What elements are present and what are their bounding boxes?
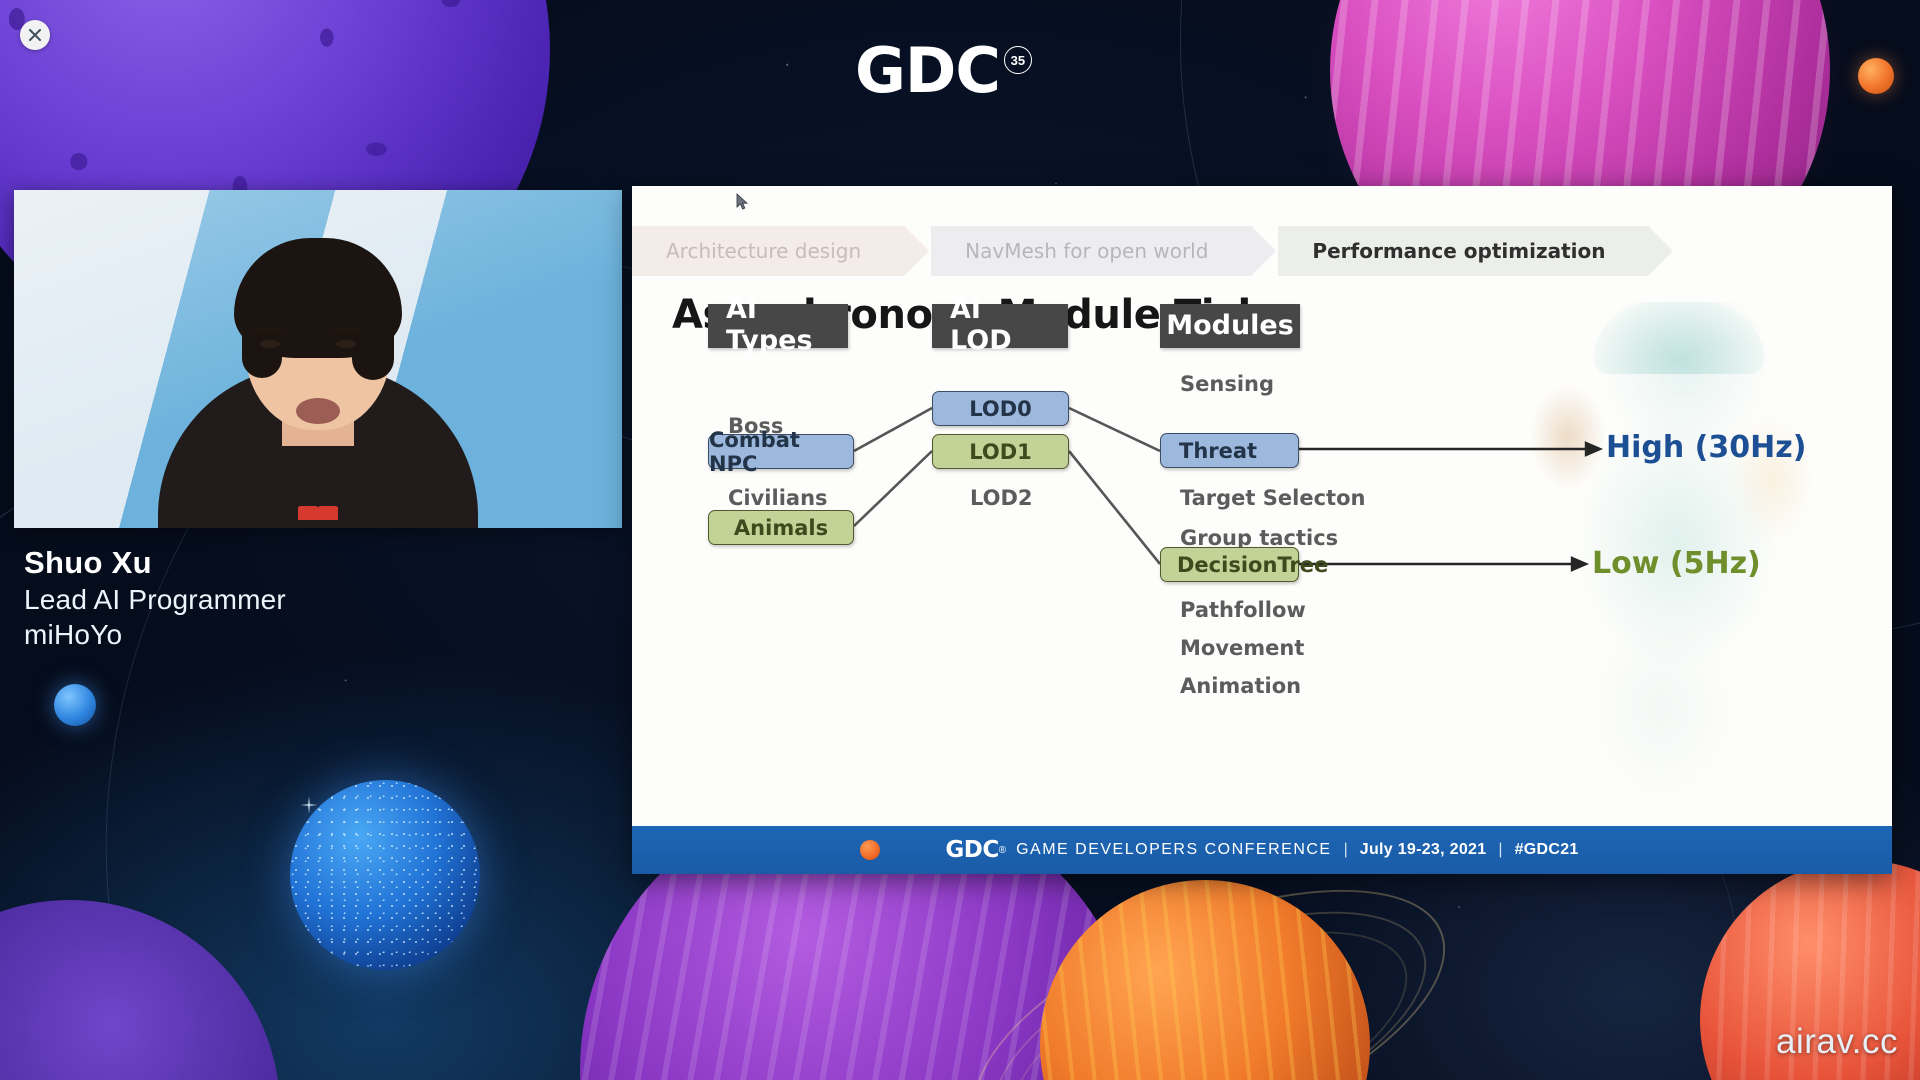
diagram-node-decisiontree[interactable]: DecisionTree [1160, 547, 1328, 582]
footer-separator: | [1498, 841, 1503, 858]
footer-gdc-logo: GDC [945, 837, 999, 863]
footer-separator: | [1343, 841, 1348, 858]
footer-hashtag: #GDC21 [1514, 841, 1579, 858]
footer-registered-icon: ® [998, 844, 1007, 856]
mouse-cursor-icon [736, 193, 749, 210]
rate-label-low: Low (5Hz) [1592, 546, 1761, 581]
diagram-node-lod2: LOD2 [970, 486, 1033, 510]
speaker-info: Shuo Xu Lead AI Programmer miHoYo [24, 544, 286, 652]
diagram: AI Types AI LOD Modules Boss Combat NPC … [632, 186, 1892, 874]
diagram-node-pathfollow: Pathfollow [1180, 598, 1306, 622]
diagram-node-lod1[interactable]: LOD1 [932, 434, 1069, 469]
diagram-node-target-selecton: Target Selecton [1180, 486, 1366, 510]
speaker-brow-left [254, 328, 284, 333]
rate-label-high: High (30Hz) [1606, 430, 1807, 465]
presentation-stage: GDC 35 Shuo Xu Lead AI Programmer miHoYo… [0, 0, 1920, 1080]
shirt-logo [298, 506, 338, 520]
close-icon [28, 28, 42, 42]
footer-date: July 19-23, 2021 [1359, 841, 1487, 858]
speaker-mouth [296, 398, 340, 424]
sparkle-icon [296, 792, 322, 818]
diagram-node-movement: Movement [1180, 636, 1305, 660]
slide-footer: GDC ® GAME DEVELOPERS CONFERENCE | July … [632, 826, 1892, 874]
diagram-column-header-modules: Modules [1160, 304, 1300, 348]
speaker-role: Lead AI Programmer [24, 583, 286, 615]
speaker-eye-right [336, 340, 356, 348]
slide-canvas: Architecture design NavMesh for open wor… [632, 186, 1892, 874]
speaker-brow-right [330, 328, 360, 333]
speaker-company: miHoYo [24, 619, 123, 651]
diagram-column-header-ai-lod: AI LOD [932, 294, 1068, 356]
diagram-column-header-ai-types: AI Types [708, 294, 848, 356]
speaker-video[interactable] [14, 190, 622, 528]
diagram-node-animation: Animation [1180, 674, 1302, 698]
diagram-node-combat-npc[interactable]: Combat NPC [708, 428, 854, 476]
diagram-node-threat[interactable]: Threat [1160, 433, 1299, 468]
gdc-logo: GDC 35 [855, 40, 1032, 102]
diagram-node-lod0[interactable]: LOD0 [932, 391, 1069, 426]
planet-orange-small [1858, 58, 1894, 94]
footer-orange-dot [860, 840, 880, 860]
gdc-anniversary-badge: 35 [1003, 46, 1032, 74]
diagram-node-civilians: Civilians [728, 486, 828, 510]
speaker-eye-left [260, 340, 280, 348]
diagram-node-animals[interactable]: Animals [708, 510, 854, 545]
slide-panel[interactable]: Architecture design NavMesh for open wor… [632, 186, 1892, 874]
diagram-node-sensing: Sensing [1180, 372, 1274, 396]
footer-conference-name: GAME DEVELOPERS CONFERENCE [1016, 841, 1332, 858]
speaker-name: Shuo Xu [24, 545, 152, 580]
close-button[interactable] [20, 20, 50, 50]
gdc-logo-word: GDC [855, 34, 1001, 107]
planet-blue-small [54, 684, 96, 726]
site-watermark: airav.cc [1776, 1022, 1898, 1061]
